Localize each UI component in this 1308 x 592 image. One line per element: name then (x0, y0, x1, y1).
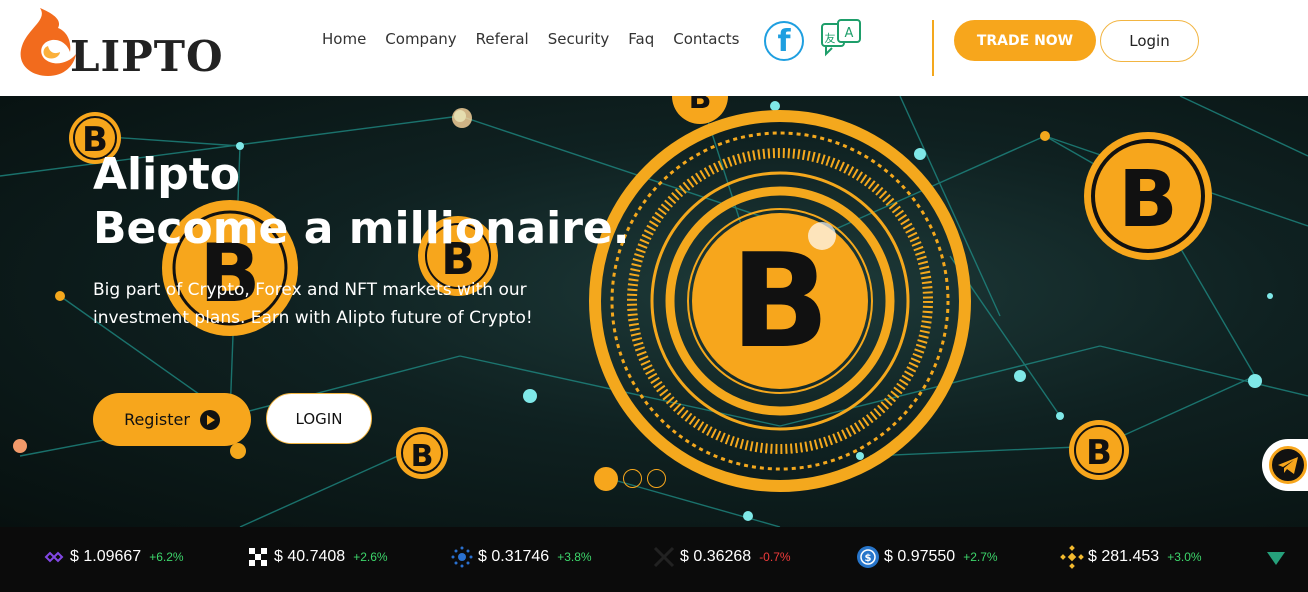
ticker-change: +3.0% (1167, 550, 1202, 564)
nav-referal[interactable]: Referal (476, 30, 529, 48)
coin-letter: B (1118, 155, 1177, 245)
hero-title: Alipto Become a millionaire. (93, 148, 629, 256)
hero-login-button[interactable]: LOGIN (266, 393, 372, 444)
telegram-button[interactable] (1262, 439, 1308, 491)
register-button[interactable]: Register (93, 393, 251, 446)
slider-dot-1[interactable] (594, 467, 618, 491)
ticker-item: $ 0.36268 -0.7% (652, 545, 791, 569)
header-divider (932, 20, 934, 76)
hero-banner: B B B B B B B B Alipto Become a milliona… (0, 96, 1308, 527)
telegram-icon (1269, 446, 1307, 484)
ticker-change: +2.6% (353, 550, 388, 564)
nav-contacts[interactable]: Contacts (673, 30, 739, 48)
ticker-item-partial (1264, 545, 1288, 569)
svg-text:$: $ (865, 553, 872, 564)
play-icon (199, 409, 220, 430)
usdc-icon: $ (857, 546, 879, 568)
okb-icon (249, 548, 267, 566)
ticker-change: +3.8% (557, 550, 592, 564)
ticker-item: $ 281.453 +3.0% (1060, 545, 1202, 569)
ticker-price: $ 40.7408 (274, 548, 346, 565)
site-header: LIPTO Home Company Referal Security Faq … (0, 0, 1308, 96)
ticker-change: -0.7% (759, 550, 791, 564)
coin-letter: B (1086, 433, 1112, 473)
logo-text: LIPTO (70, 32, 224, 81)
trade-now-button[interactable]: TRADE NOW (954, 20, 1096, 61)
language-translate-icon[interactable]: A 友 (820, 18, 864, 62)
svg-text:A: A (845, 26, 854, 41)
coin-letter: B (689, 96, 712, 116)
ticker-price: $ 1.09667 (70, 548, 142, 565)
facebook-icon[interactable]: f (764, 21, 804, 61)
main-nav: Home Company Referal Security Faq Contac… (322, 30, 739, 48)
ticker-price: $ 281.453 (1088, 548, 1160, 565)
ticker-item: $ 0.31746 +3.8% (450, 545, 592, 569)
bnb-icon (1060, 545, 1084, 569)
hero-title-line1: Alipto (93, 149, 240, 200)
ticker-price: $ 0.97550 (884, 548, 956, 565)
ticker-item: $ 1.09667 +6.2% (42, 545, 184, 569)
ticker-price: $ 0.36268 (680, 548, 752, 565)
slider-pagination (594, 467, 666, 491)
slider-dot-2[interactable] (623, 469, 642, 488)
alipto-logo[interactable]: LIPTO (18, 6, 238, 81)
ticker-item: $ 40.7408 +2.6% (246, 545, 388, 569)
ticker-item: $ $ 0.97550 +2.7% (856, 545, 998, 569)
polygon-icon (44, 551, 64, 563)
register-label: Register (124, 410, 190, 429)
svg-text:友: 友 (825, 31, 836, 45)
nav-faq[interactable]: Faq (628, 30, 654, 48)
header-login-button[interactable]: Login (1100, 20, 1199, 62)
coin-letter: B (411, 439, 434, 474)
nav-security[interactable]: Security (548, 30, 610, 48)
hero-title-line2: Become a millionaire. (93, 203, 630, 254)
nav-company[interactable]: Company (385, 30, 456, 48)
ticker-price: $ 0.31746 (478, 548, 550, 565)
price-ticker: $ 1.09667 +6.2% $ 40.7408 +2.6% $ 0.3174… (0, 527, 1308, 592)
tether-icon (1267, 552, 1285, 565)
xrp-icon (653, 546, 675, 568)
hero-subtitle: Big part of Crypto, Forex and NFT market… (93, 280, 533, 328)
ticker-change: +2.7% (963, 550, 998, 564)
slider-dot-3[interactable] (647, 469, 666, 488)
ticker-change: +6.2% (149, 550, 184, 564)
cardano-icon (451, 546, 473, 568)
nav-home[interactable]: Home (322, 30, 366, 48)
